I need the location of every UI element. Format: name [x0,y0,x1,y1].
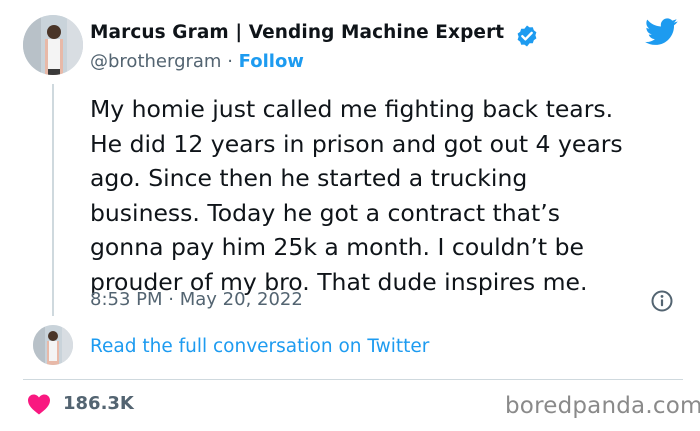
avatar-photo [33,325,73,365]
handle-separator: · [227,51,233,72]
avatar-photo [23,15,83,75]
tweet-text: My homie just called me fighting back te… [90,92,685,299]
boredpanda-watermark: boredpanda.com [505,393,700,419]
follow-link[interactable]: Follow [239,51,304,72]
tweet-line: ago. Since then he started a trucking [90,164,528,192]
divider [23,379,683,380]
author-handle-row: @brothergram · Follow [90,51,304,72]
reply-avatar[interactable] [33,325,73,365]
author-avatar[interactable] [23,15,83,75]
author-name[interactable]: Marcus Gram | Vending Machine Expert [90,22,504,43]
twitter-bird-icon[interactable] [645,18,678,46]
tweet-line: gonna pay him 25k a month. I couldn’t be [90,233,584,261]
tweet-line: business. Today he got a contract that’s [90,198,560,227]
thread-connector-line [52,84,54,316]
tweet-time: 8:53 PM [90,289,163,310]
tweet-line: My homie just called me fighting back te… [90,95,614,123]
author-handle[interactable]: @brothergram [90,51,221,72]
verified-badge-icon [517,25,537,47]
read-conversation-link[interactable]: Read the full conversation on Twitter [90,336,429,357]
timestamp-separator: · [168,289,174,310]
tweet-line: He did 12 years in prison and got out 4 … [90,129,623,158]
info-icon[interactable] [650,289,674,313]
tweet-date: May 20, 2022 [179,289,303,310]
tweet-timestamp[interactable]: 8:53 PM · May 20, 2022 [90,289,303,310]
heart-icon[interactable] [27,393,51,415]
like-count[interactable]: 186.3K [63,393,134,414]
